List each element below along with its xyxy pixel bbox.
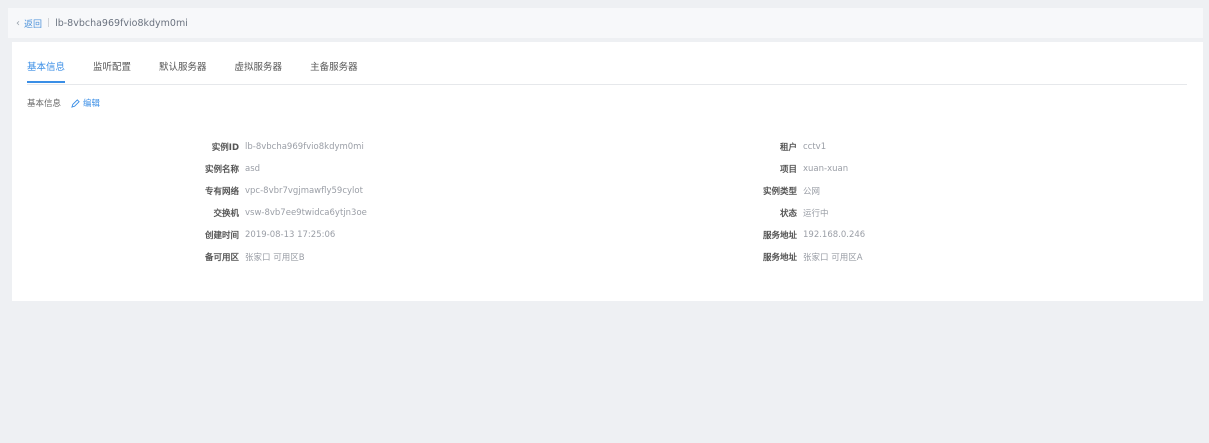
tab-virtual-servers[interactable]: 虚拟服务器 xyxy=(235,62,283,83)
field-row-service-address: 服务地址 192.168.0.246 xyxy=(730,224,865,246)
detail-panel: 基本信息 监听配置 默认服务器 虚拟服务器 主备服务器 基本信息 编辑 实例ID… xyxy=(12,42,1203,301)
field-row-instance-name: 实例名称 asd xyxy=(172,158,367,180)
edit-button[interactable]: 编辑 xyxy=(71,97,100,109)
breadcrumb-bar: ‹ 返回 | lb-8vbcha969fvio8kdym0mi xyxy=(8,8,1203,38)
field-value: asd xyxy=(245,164,261,174)
edit-label: 编辑 xyxy=(83,99,101,109)
field-value: 张家口 可用区B xyxy=(245,253,305,263)
field-label: 交换机 xyxy=(213,209,239,219)
field-label: 备可用区 xyxy=(204,253,239,263)
back-button[interactable]: ‹ 返回 xyxy=(16,17,42,30)
field-label: 租户 xyxy=(779,143,797,153)
tab-primary-backup-servers[interactable]: 主备服务器 xyxy=(310,62,358,83)
page: ‹ 返回 | lb-8vbcha969fvio8kdym0mi 基本信息 监听配… xyxy=(0,0,1209,443)
field-label: 项目 xyxy=(779,165,797,175)
field-value: 192.168.0.246 xyxy=(803,230,866,240)
field-row-service-zone: 服务地址 张家口 可用区A xyxy=(730,246,865,268)
edit-icon xyxy=(71,98,80,108)
field-value: cctv1 xyxy=(803,142,827,152)
field-row-status: 状态 运行中 xyxy=(730,202,865,224)
field-value: lb-8vbcha969fvio8kdym0mi xyxy=(245,142,364,152)
field-row-instance-id: 实例ID lb-8vbcha969fvio8kdym0mi xyxy=(172,136,367,158)
field-label: 创建时间 xyxy=(204,231,239,241)
field-row-instance-type: 实例类型 公网 xyxy=(730,180,865,202)
field-value: vsw-8vb7ee9twidca6ytjn3oe xyxy=(245,208,367,218)
field-row-tenant: 租户 cctv1 xyxy=(730,136,865,158)
field-row-vswitch: 交换机 vsw-8vb7ee9twidca6ytjn3oe xyxy=(172,202,367,224)
field-label: 服务地址 xyxy=(762,231,797,241)
field-row-project: 项目 xuan-xuan xyxy=(730,158,865,180)
field-label: 状态 xyxy=(779,209,797,219)
field-label: 实例ID xyxy=(211,143,239,153)
section-title: 基本信息 xyxy=(27,99,62,109)
tab-bar: 基本信息 监听配置 默认服务器 虚拟服务器 主备服务器 xyxy=(27,62,1187,85)
field-value: 张家口 可用区A xyxy=(803,253,863,263)
tab-listener-config[interactable]: 监听配置 xyxy=(93,62,131,83)
field-row-created-at: 创建时间 2019-08-13 17:25:06 xyxy=(172,224,367,246)
field-value: 公网 xyxy=(803,187,821,197)
field-value: 2019-08-13 17:25:06 xyxy=(245,230,336,240)
back-label: 返回 xyxy=(24,19,43,30)
breadcrumb-separator: | xyxy=(47,18,51,28)
field-value: 运行中 xyxy=(803,209,829,219)
info-column-right: 租户 cctv1 项目 xuan-xuan 实例类型 公网 状态 运行中 服务地… xyxy=(730,136,865,268)
chevron-left-icon: ‹ xyxy=(16,17,20,29)
field-label: 专有网络 xyxy=(204,187,239,197)
field-value: xuan-xuan xyxy=(803,164,849,174)
field-label: 实例名称 xyxy=(204,165,239,175)
field-label: 服务地址 xyxy=(762,253,797,263)
section-header: 基本信息 编辑 xyxy=(27,97,100,109)
info-column-left: 实例ID lb-8vbcha969fvio8kdym0mi 实例名称 asd 专… xyxy=(172,136,367,268)
tab-default-servers[interactable]: 默认服务器 xyxy=(159,62,207,83)
instance-title: lb-8vbcha969fvio8kdym0mi xyxy=(55,17,188,29)
field-label: 实例类型 xyxy=(762,187,797,197)
field-row-vpc: 专有网络 vpc-8vbr7vgjmawfly59cylot xyxy=(172,180,367,202)
field-row-backup-zone: 备可用区 张家口 可用区B xyxy=(172,246,367,268)
tab-basic-info[interactable]: 基本信息 xyxy=(27,62,66,83)
field-value: vpc-8vbr7vgjmawfly59cylot xyxy=(245,186,363,196)
